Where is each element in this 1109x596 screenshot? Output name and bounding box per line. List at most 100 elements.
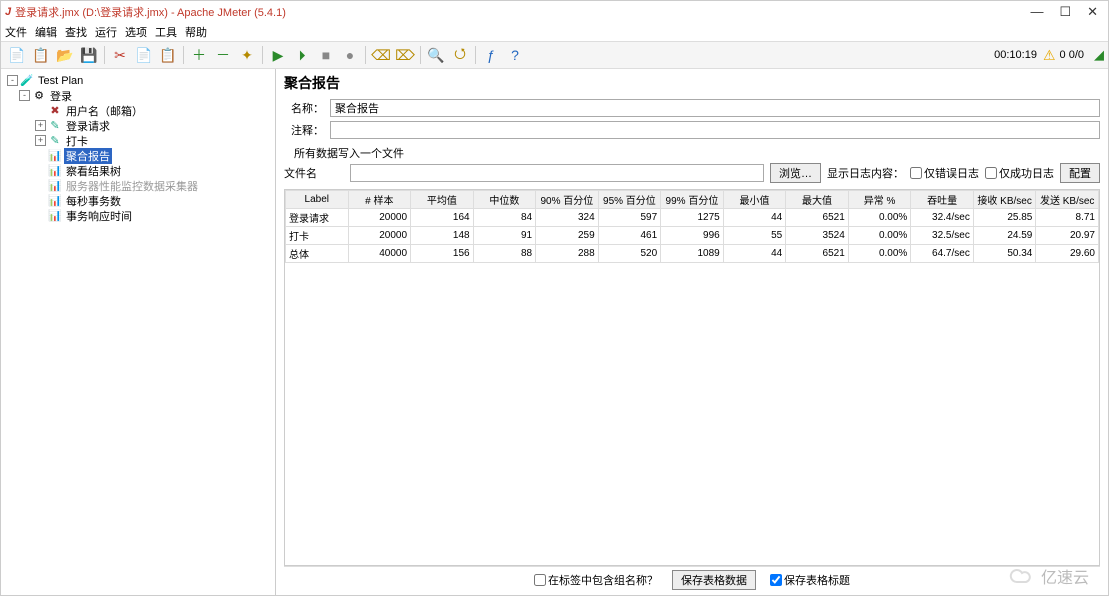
table-cell: 44 [723,245,786,263]
save-table-data-button[interactable]: 保存表格数据 [672,570,756,590]
table-header[interactable]: 95% 百分位 [598,191,661,209]
include-group-checkbox[interactable]: 在标签中包含组名称？ [534,572,658,588]
separator [262,46,263,64]
table-cell: 20.97 [1036,227,1099,245]
save-table-header-checkbox[interactable]: 保存表格标题 [770,572,850,588]
table-cell: 324 [536,209,599,227]
run-icon[interactable]: ▶ [267,44,289,66]
table-row[interactable]: 总体400001568828852010894465210.00%64.7/se… [286,245,1099,263]
comment-input[interactable] [330,121,1100,139]
open-icon[interactable]: 📂 [54,44,76,66]
only-success-checkbox[interactable]: 仅成功日志 [985,165,1054,181]
table-row[interactable]: 登录请求200001648432459712754465210.00%32.4/… [286,209,1099,227]
menu-tools[interactable]: 工具 [155,24,177,40]
function-helper-icon[interactable]: ƒ [480,44,502,66]
thread-group-icon: ⚙ [32,89,46,103]
table-cell-label: 登录请求 [286,209,349,227]
search-icon[interactable]: 🔍 [425,44,447,66]
tree-response-time[interactable]: 📊 事务响应时间 [3,208,273,223]
clear-icon[interactable]: ⌫ [370,44,392,66]
reset-search-icon[interactable]: ⭯ [449,44,471,66]
table-header[interactable]: 99% 百分位 [661,191,724,209]
comment-label: 注释： [284,122,324,138]
cut-icon[interactable]: ✂ [109,44,131,66]
menu-help[interactable]: 帮助 [185,24,207,40]
clear-all-icon[interactable]: ⌦ [394,44,416,66]
listener-icon: 📊 [48,149,62,163]
maximize-button[interactable]: ☐ [1059,4,1071,20]
separator [104,46,105,64]
table-header[interactable]: 最小值 [723,191,786,209]
table-cell: 29.60 [1036,245,1099,263]
menu-file[interactable]: 文件 [5,24,27,40]
tree-daka[interactable]: + ✎ 打卡 [3,133,273,148]
sampler-icon: ✎ [48,119,62,133]
show-log-label: 显示日志内容： [827,165,904,181]
only-error-checkbox[interactable]: 仅错误日志 [910,165,979,181]
table-cell: 40000 [348,245,411,263]
table-cell: 164 [411,209,474,227]
listener-icon: 📊 [48,194,62,208]
add-icon[interactable]: ＋ [188,44,210,66]
table-header[interactable]: # 样本 [348,191,411,209]
table-cell: 461 [598,227,661,245]
table-header[interactable]: Label [286,191,349,209]
table-header[interactable]: 平均值 [411,191,474,209]
tree-username[interactable]: ✖ 用户名（邮箱） [3,103,273,118]
save-icon[interactable]: 💾 [78,44,100,66]
toggle-icon[interactable]: ✦ [236,44,258,66]
new-icon[interactable]: 📄 [6,44,28,66]
table-cell: 0.00% [848,245,911,263]
warning-icon[interactable]: ⚠ [1043,47,1056,64]
tree-root[interactable]: - 🧪 Test Plan [3,73,273,88]
table-header[interactable]: 异常 % [848,191,911,209]
minimize-button[interactable]: — [1030,4,1043,20]
table-row[interactable]: 打卡20000148912594619965535240.00%32.5/sec… [286,227,1099,245]
copy-icon[interactable]: 📄 [133,44,155,66]
tree-server-collector[interactable]: 📊 服务器性能监控数据采集器 [3,178,273,193]
table-cell: 156 [411,245,474,263]
tree-view-results-tree[interactable]: 📊 察看结果树 [3,163,273,178]
menu-options[interactable]: 选项 [125,24,147,40]
table-header[interactable]: 接收 KB/sec [973,191,1036,209]
filename-input[interactable] [350,164,764,182]
tree-tps[interactable]: 📊 每秒事务数 [3,193,273,208]
name-label: 名称： [284,100,324,116]
table-header[interactable]: 90% 百分位 [536,191,599,209]
table-header[interactable]: 吞吐量 [911,191,974,209]
config-icon: ✖ [48,104,62,118]
table-cell: 32.4/sec [911,209,974,227]
stop-icon[interactable]: ■ [315,44,337,66]
table-header[interactable]: 最大值 [786,191,849,209]
table-header[interactable]: 中位数 [473,191,536,209]
paste-icon[interactable]: 📋 [157,44,179,66]
sampler-icon: ✎ [48,134,62,148]
test-plan-tree[interactable]: - 🧪 Test Plan - ⚙ 登录 ✖ 用户名（邮箱） + ✎ 登录请求 … [1,69,276,595]
shutdown-icon[interactable]: ● [339,44,361,66]
tree-thread-group[interactable]: - ⚙ 登录 [3,88,273,103]
template-icon[interactable]: 📋 [30,44,52,66]
start-no-timers-icon[interactable]: ⏵ [291,44,313,66]
name-input[interactable] [330,99,1100,117]
help-icon[interactable]: ? [504,44,526,66]
menu-search[interactable]: 查找 [65,24,87,40]
tree-login-request[interactable]: + ✎ 登录请求 [3,118,273,133]
table-cell: 0.00% [848,227,911,245]
table-cell: 44 [723,209,786,227]
close-button[interactable]: ✕ [1087,4,1098,20]
table-cell: 20000 [348,227,411,245]
browse-button[interactable]: 浏览… [770,163,821,183]
tree-aggregate-report[interactable]: 📊 聚合报告 [3,148,273,163]
table-cell: 3524 [786,227,849,245]
separator [420,46,421,64]
menu-run[interactable]: 运行 [95,24,117,40]
aggregate-table[interactable]: Label# 样本平均值中位数90% 百分位95% 百分位99% 百分位最小值最… [285,190,1099,263]
table-cell: 288 [536,245,599,263]
configure-button[interactable]: 配置 [1060,163,1100,183]
remove-icon[interactable]: － [212,44,234,66]
menu-edit[interactable]: 编辑 [35,24,57,40]
table-cell: 6521 [786,245,849,263]
table-cell: 32.5/sec [911,227,974,245]
table-header[interactable]: 发送 KB/sec [1036,191,1099,209]
table-cell: 8.71 [1036,209,1099,227]
